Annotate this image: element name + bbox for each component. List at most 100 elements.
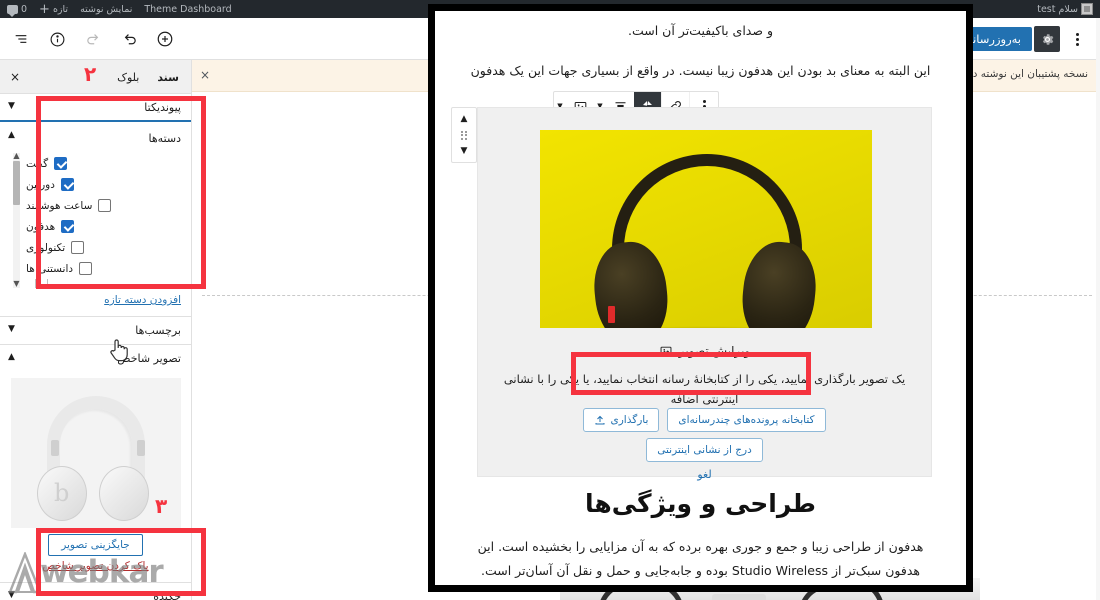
category-checkbox[interactable] bbox=[79, 262, 93, 275]
list-view-icon bbox=[15, 35, 27, 43]
admin-bar-item-new[interactable]: + تازه bbox=[36, 3, 71, 16]
details-button[interactable] bbox=[42, 24, 72, 54]
body-line: هدفون از طراحی زیبا و جمع و جوری بهره بر… bbox=[477, 539, 924, 554]
move-up-button[interactable]: ▲ bbox=[453, 111, 475, 127]
sidebar-panel-featured-image[interactable]: ▲ تصویر شاخص bbox=[0, 345, 191, 372]
editor-settings-sidebar: سند بلوک × ▼ پیوندیکتا ▲ دسته‌ها ▲ ▼ bbox=[0, 60, 192, 600]
edit-image-title-row: ویرایش تصویر bbox=[478, 344, 931, 358]
more-options-button[interactable] bbox=[1062, 24, 1092, 54]
hand-pointer-icon bbox=[110, 339, 128, 362]
redo-button[interactable] bbox=[78, 24, 108, 54]
category-row[interactable]: دوربین bbox=[26, 174, 181, 195]
permalink-label: پیوندیکتا bbox=[144, 101, 181, 114]
category-label: هدفون bbox=[26, 220, 56, 233]
category-row-partial[interactable] bbox=[26, 279, 181, 288]
comment-bubble-icon bbox=[7, 4, 18, 17]
text-caret bbox=[608, 306, 615, 323]
focused-editor-region: و صدای باکیفیت‌تر آن است. این البته به م… bbox=[428, 4, 973, 592]
block-mover-controls: ▲ ▼ bbox=[451, 107, 477, 163]
category-label: دوربین bbox=[26, 178, 55, 191]
category-label: ساعت هوشمند bbox=[26, 199, 93, 212]
body-line: هدفون سبک‌تر از Studio Wireless بوده و ج… bbox=[480, 563, 920, 579]
watermark-text: webkar bbox=[40, 554, 164, 590]
category-row[interactable]: هدفون bbox=[26, 216, 181, 237]
scroll-down-icon[interactable]: ▼ bbox=[12, 279, 21, 288]
plus-circle-icon bbox=[157, 31, 173, 47]
editor-paragraph-1[interactable]: و صدای باکیفیت‌تر آن است. bbox=[435, 19, 966, 43]
category-row[interactable]: گجت bbox=[26, 153, 181, 174]
gear-icon bbox=[1042, 33, 1053, 45]
sidebar-close-button[interactable]: × bbox=[6, 68, 24, 86]
admin-bar-left-group: 0 + تازه نمایش نوشته Theme Dashboard bbox=[4, 0, 235, 18]
editor-paragraph-2[interactable]: این البته به معنای بد بودن این هدفون زیب… bbox=[435, 59, 966, 83]
edit-image-title: ویرایش تصویر bbox=[678, 344, 751, 358]
cancel-link[interactable]: لغو bbox=[478, 468, 931, 481]
annotation-number-3: ۳ bbox=[155, 494, 168, 518]
admin-bar-item-comments[interactable]: 0 bbox=[4, 3, 30, 17]
add-block-button[interactable] bbox=[150, 24, 180, 54]
mouse-cursor-pointer bbox=[108, 337, 130, 363]
chevron-up-icon: ▲ bbox=[8, 130, 15, 140]
annotation-number-2: ۲ bbox=[84, 62, 97, 86]
info-circle-icon bbox=[50, 32, 64, 46]
categories-scrollbar[interactable]: ▲ ▼ bbox=[12, 151, 21, 288]
upload-button[interactable]: بارگذاری bbox=[583, 408, 660, 432]
headphones-yellow-illustration bbox=[540, 130, 872, 328]
plus-icon: + bbox=[39, 1, 50, 17]
category-checkbox[interactable] bbox=[35, 279, 49, 288]
move-down-button[interactable]: ▼ bbox=[453, 143, 475, 159]
tab-document[interactable]: سند bbox=[155, 63, 181, 91]
category-label: گجت bbox=[26, 157, 49, 170]
right-scroll-edge bbox=[1096, 18, 1100, 600]
admin-bar-item-view-post[interactable]: نمایش نوشته bbox=[77, 4, 135, 15]
upload-button-label: بارگذاری bbox=[610, 414, 649, 426]
sidebar-panel-permalink[interactable]: ▼ پیوندیکتا bbox=[0, 94, 191, 122]
category-checkbox[interactable] bbox=[71, 241, 85, 254]
undo-button[interactable] bbox=[114, 24, 144, 54]
drag-handle-icon[interactable] bbox=[453, 127, 475, 143]
admin-bar-site-greeting[interactable]: سلام test bbox=[1034, 3, 1096, 15]
avatar bbox=[1081, 3, 1093, 15]
image-placeholder-description: یک تصویر بارگذاری نمایید، یکی را از کتاب… bbox=[503, 372, 906, 406]
list-view-button[interactable] bbox=[6, 24, 36, 54]
watermark-mark-icon bbox=[8, 552, 42, 594]
category-checkbox[interactable] bbox=[54, 157, 68, 170]
add-new-category-link[interactable]: افزودن دسته تازه bbox=[10, 288, 181, 308]
categories-header[interactable]: ▲ دسته‌ها bbox=[8, 130, 181, 153]
category-checkbox[interactable] bbox=[98, 199, 112, 212]
notice-close-button[interactable]: × bbox=[196, 66, 214, 84]
settings-toggle-button[interactable] bbox=[1034, 26, 1060, 52]
editor-heading[interactable]: طراحی و ویژگی‌ها bbox=[435, 489, 966, 518]
media-library-button[interactable]: کتابخانه پرونده‌های چندرسانه‌ای bbox=[667, 408, 826, 432]
redo-icon bbox=[86, 33, 98, 44]
category-checkbox[interactable] bbox=[60, 178, 74, 191]
category-row[interactable]: ساعت هوشمند bbox=[26, 195, 181, 216]
body-line: هدفون به خوبی روی گوش شما نشسته و حتی در… bbox=[451, 584, 950, 585]
tags-label: برچسب‌ها bbox=[135, 324, 181, 337]
scrollbar-thumb[interactable] bbox=[13, 161, 20, 205]
insert-from-url-button[interactable]: درج از نشانی اینترنتی bbox=[646, 438, 763, 462]
device-card bbox=[712, 594, 766, 600]
header-left-controls bbox=[6, 18, 180, 60]
category-checkbox[interactable] bbox=[61, 220, 75, 233]
screen-root: سلام test 0 + تازه نمایش نوشته Theme Das… bbox=[0, 0, 1100, 600]
comment-count: 0 bbox=[21, 3, 28, 15]
scroll-up-icon[interactable]: ▲ bbox=[12, 151, 21, 160]
admin-bar-item-theme-dashboard[interactable]: Theme Dashboard bbox=[141, 4, 234, 15]
editor-body-text[interactable]: هدفون از طراحی زیبا و جمع و جوری بهره بر… bbox=[451, 535, 950, 585]
category-row[interactable]: دانستنی ها bbox=[26, 258, 181, 279]
tab-block[interactable]: بلوک bbox=[115, 63, 141, 91]
sidebar-panel-tags[interactable]: ▼ برچسب‌ها bbox=[0, 316, 191, 345]
admin-bar-right-group: سلام test bbox=[1034, 0, 1096, 18]
block-image-preview[interactable] bbox=[540, 130, 872, 328]
category-row[interactable]: تکنولوژی bbox=[26, 237, 181, 258]
new-label: تازه bbox=[52, 3, 69, 15]
chevron-up-icon: ▲ bbox=[8, 352, 15, 362]
category-label: دانستنی ها bbox=[26, 262, 74, 275]
upload-icon bbox=[595, 415, 605, 425]
categories-title: دسته‌ها bbox=[148, 132, 181, 145]
featured-image-section: جایگزینی تصویر پاک کردن تصویر شاخص bbox=[0, 372, 191, 582]
kebab-menu-icon bbox=[1075, 32, 1079, 46]
focused-editor-inner: و صدای باکیفیت‌تر آن است. این البته به م… bbox=[435, 11, 966, 585]
undo-icon bbox=[124, 33, 136, 44]
